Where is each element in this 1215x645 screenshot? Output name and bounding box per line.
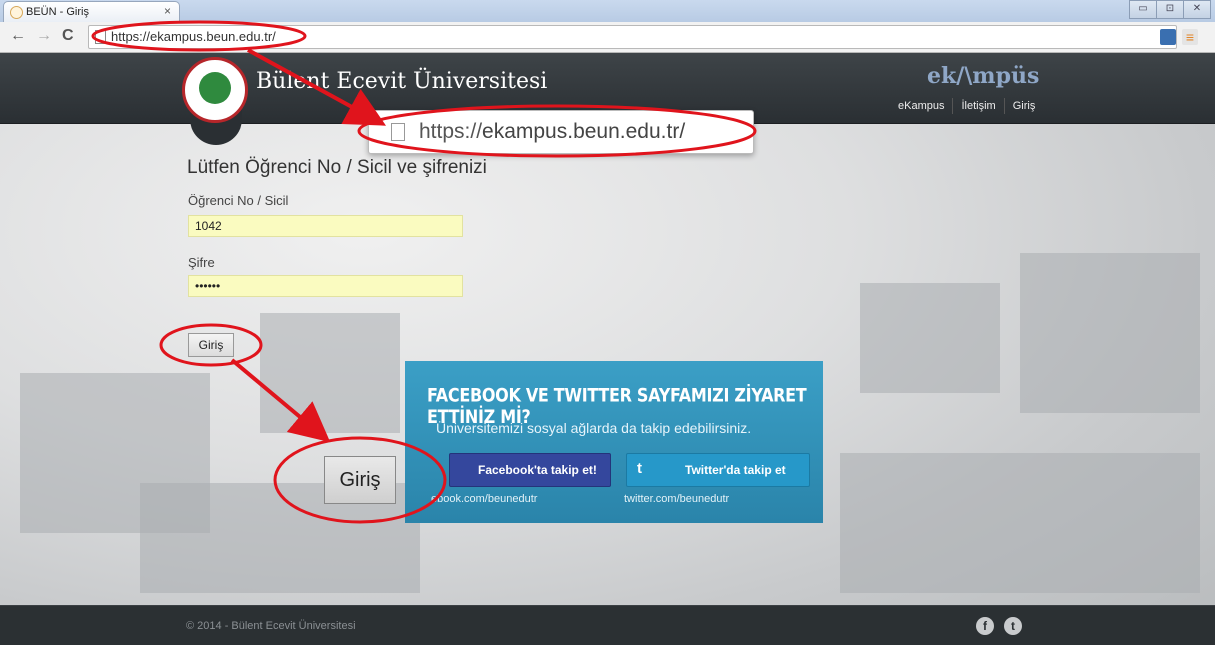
zoomed-url: https://ekampus.beun.edu.tr/ xyxy=(419,120,686,143)
nav-item-giris[interactable]: Giriş xyxy=(1003,98,1044,114)
back-button[interactable]: ← xyxy=(10,27,26,45)
nav-item-ekampus[interactable]: eKampus xyxy=(890,98,952,114)
zoomed-address-bar: https://ekampus.beun.edu.tr/ xyxy=(368,110,754,154)
top-nav: eKampus İletişim Giriş xyxy=(890,98,1043,114)
facebook-link[interactable]: ebook.com/beunedutr xyxy=(431,493,537,505)
nav-item-iletisim[interactable]: İletişim xyxy=(952,98,1003,114)
browser-toolbar: ← → C https://ekampus.beun.edu.tr/ xyxy=(0,22,1215,53)
address-bar[interactable]: https://ekampus.beun.edu.tr/ xyxy=(88,25,1177,49)
site-footer: © 2014 - Bülent Ecevit Üniversitesi f t xyxy=(0,605,1215,645)
window-controls: ▭ ⊡ ✕ xyxy=(1129,0,1211,19)
webpage: Bülent Ecevit Üniversitesi ek/\mpüs eKam… xyxy=(0,53,1215,645)
page-icon xyxy=(95,30,106,44)
university-seal-logo[interactable] xyxy=(182,57,248,123)
background-building xyxy=(260,313,400,433)
twitter-icon: t xyxy=(637,460,642,477)
brand-name[interactable]: Bülent Ecevit Üniversitesi xyxy=(256,69,547,94)
background-building xyxy=(840,453,1200,593)
background-building xyxy=(860,283,1000,393)
ekampus-logo[interactable]: ek/\mpüs xyxy=(927,63,1039,89)
close-window-button[interactable]: ✕ xyxy=(1183,0,1211,19)
menu-icon[interactable]: ≡ xyxy=(1182,29,1198,45)
minimize-button[interactable]: ▭ xyxy=(1129,0,1157,19)
login-title: Lütfen Öğrenci No / Sicil ve şifrenizi xyxy=(187,157,487,178)
login-button[interactable]: Giriş xyxy=(188,333,234,357)
twitter-follow-label: Twitter'da takip et xyxy=(685,463,786,477)
address-bar-url[interactable]: https://ekampus.beun.edu.tr/ xyxy=(111,29,276,44)
background-building xyxy=(1020,253,1200,413)
site-favicon-icon xyxy=(10,6,23,19)
facebook-follow-button[interactable]: Facebook'ta takip et! xyxy=(449,453,611,487)
forward-button[interactable]: → xyxy=(36,27,52,45)
tab-title: BEÜN - Giriş xyxy=(26,6,89,18)
login-button-zoomed: Giriş xyxy=(324,456,396,504)
tab-close-icon[interactable]: × xyxy=(164,4,171,18)
password-label: Şifre xyxy=(188,255,215,270)
password-input[interactable]: •••••• xyxy=(188,275,463,297)
reload-button[interactable]: C xyxy=(62,27,74,45)
twitter-link[interactable]: twitter.com/beunedutr xyxy=(624,493,729,505)
browser-tabstrip: BEÜN - Giriş × ▭ ⊡ ✕ xyxy=(0,0,1215,23)
facebook-icon[interactable]: f xyxy=(976,617,994,635)
student-no-input[interactable]: 1042 xyxy=(188,215,463,237)
page-icon xyxy=(391,123,405,141)
facebook-follow-label: Facebook'ta takip et! xyxy=(478,463,597,477)
maximize-button[interactable]: ⊡ xyxy=(1156,0,1184,19)
extension-icon[interactable] xyxy=(1160,29,1176,45)
twitter-follow-button[interactable]: t Twitter'da takip et xyxy=(626,453,810,487)
browser-tab[interactable]: BEÜN - Giriş × xyxy=(3,1,180,23)
student-no-label: Öğrenci No / Sicil xyxy=(188,193,289,208)
social-banner: FACEBOOK VE TWITTER SAYFAMIZI ZİYARET ET… xyxy=(405,361,823,523)
social-subheading: Üniversitemizi sosyal ağlarda da takip e… xyxy=(436,420,752,436)
twitter-icon[interactable]: t xyxy=(1004,617,1022,635)
footer-copyright: © 2014 - Bülent Ecevit Üniversitesi xyxy=(186,620,356,632)
